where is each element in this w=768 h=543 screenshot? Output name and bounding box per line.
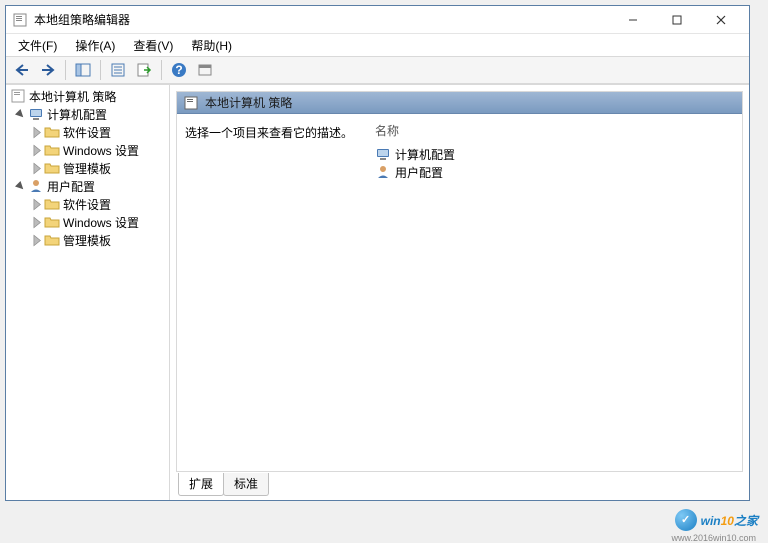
- tree-label: 管理模板: [63, 160, 111, 177]
- content-body: 本地计算机 策略 选择一个项目来查看它的描述。 名称 计算机配置: [176, 91, 743, 472]
- toolbar-separator: [100, 60, 101, 80]
- client-area: 本地计算机 策略 计算机配置 软件设置 Windows 设置: [6, 84, 749, 500]
- policy-icon: [10, 88, 26, 104]
- tree-admin-templates[interactable]: 管理模板: [6, 159, 169, 177]
- watermark: ✓ win10之家: [675, 508, 758, 531]
- tree-computer-config[interactable]: 计算机配置: [6, 105, 169, 123]
- computer-icon: [28, 106, 44, 122]
- toolbar-separator: [65, 60, 66, 80]
- back-button[interactable]: [10, 59, 34, 81]
- folder-icon: [44, 196, 60, 212]
- tree-label: Windows 设置: [63, 214, 139, 231]
- tab-extended[interactable]: 扩展: [178, 473, 224, 496]
- watermark-brand-a: win: [701, 514, 721, 528]
- show-hide-tree-button[interactable]: [71, 59, 95, 81]
- watermark-url: www.2016win10.com: [671, 533, 756, 543]
- tree-software-settings[interactable]: 软件设置: [6, 123, 169, 141]
- tree-windows-settings[interactable]: Windows 设置: [6, 213, 169, 231]
- tree-admin-templates[interactable]: 管理模板: [6, 231, 169, 249]
- window-title: 本地组策略编辑器: [34, 11, 611, 28]
- column-header-name[interactable]: 名称: [373, 118, 736, 145]
- tree-windows-settings[interactable]: Windows 设置: [6, 141, 169, 159]
- tree-label: 用户配置: [47, 178, 95, 195]
- content-pane: 本地计算机 策略 选择一个项目来查看它的描述。 名称 计算机配置: [170, 85, 749, 500]
- menu-file[interactable]: 文件(F): [12, 35, 63, 56]
- forward-button[interactable]: [36, 59, 60, 81]
- tab-standard[interactable]: 标准: [223, 473, 269, 496]
- list-column: 名称 计算机配置 用户配置: [367, 114, 742, 471]
- menu-help[interactable]: 帮助(H): [185, 35, 238, 56]
- app-window: 本地组策略编辑器 文件(F) 操作(A) 查看(V) 帮助(H): [5, 5, 750, 501]
- collapse-icon[interactable]: [14, 108, 27, 121]
- tree-label: 软件设置: [63, 124, 111, 141]
- collapse-icon[interactable]: [14, 180, 27, 193]
- content-title: 本地计算机 策略: [205, 94, 292, 111]
- menu-action[interactable]: 操作(A): [69, 35, 121, 56]
- menu-view[interactable]: 查看(V): [127, 35, 179, 56]
- tree-label: 软件设置: [63, 196, 111, 213]
- properties-button[interactable]: [106, 59, 130, 81]
- policy-icon: [183, 95, 199, 111]
- content-inner: 选择一个项目来查看它的描述。 名称 计算机配置 用户配置: [177, 114, 742, 471]
- menubar: 文件(F) 操作(A) 查看(V) 帮助(H): [6, 34, 749, 56]
- watermark-text: win10之家: [701, 508, 758, 531]
- tree-label: Windows 设置: [63, 142, 139, 159]
- tree-software-settings[interactable]: 软件设置: [6, 195, 169, 213]
- svg-text:?: ?: [175, 63, 182, 77]
- folder-icon: [44, 232, 60, 248]
- user-icon: [375, 164, 391, 180]
- toolbar: ?: [6, 56, 749, 84]
- tree-user-config[interactable]: 用户配置: [6, 177, 169, 195]
- watermark-brand-b: 10: [721, 514, 734, 528]
- description-column: 选择一个项目来查看它的描述。: [177, 114, 367, 471]
- user-icon: [28, 178, 44, 194]
- tab-strip: 扩展 标准: [170, 472, 749, 496]
- expand-icon[interactable]: [30, 216, 43, 229]
- toolbar-separator: [161, 60, 162, 80]
- tree-label: 本地计算机 策略: [29, 88, 116, 105]
- folder-icon: [44, 214, 60, 230]
- app-icon: [12, 12, 28, 28]
- help-button[interactable]: ?: [167, 59, 191, 81]
- list-item-user-config[interactable]: 用户配置: [373, 163, 736, 181]
- expand-icon[interactable]: [30, 198, 43, 211]
- expand-icon[interactable]: [30, 234, 43, 247]
- expand-icon[interactable]: [30, 144, 43, 157]
- titlebar: 本地组策略编辑器: [6, 6, 749, 34]
- tree-label: 管理模板: [63, 232, 111, 249]
- watermark-brand-c: 之家: [734, 514, 758, 528]
- folder-icon: [44, 124, 60, 140]
- tree-label: 计算机配置: [47, 106, 107, 123]
- minimize-button[interactable]: [611, 7, 655, 33]
- tree-pane[interactable]: 本地计算机 策略 计算机配置 软件设置 Windows 设置: [6, 85, 170, 500]
- export-button[interactable]: [132, 59, 156, 81]
- computer-icon: [375, 146, 391, 162]
- watermark-logo-icon: ✓: [675, 509, 697, 531]
- folder-icon: [44, 142, 60, 158]
- list-label: 计算机配置: [395, 146, 455, 163]
- close-button[interactable]: [699, 7, 743, 33]
- maximize-button[interactable]: [655, 7, 699, 33]
- list-item-computer-config[interactable]: 计算机配置: [373, 145, 736, 163]
- list-label: 用户配置: [395, 164, 443, 181]
- filter-button[interactable]: [193, 59, 217, 81]
- expand-icon[interactable]: [30, 162, 43, 175]
- folder-icon: [44, 160, 60, 176]
- tree-root[interactable]: 本地计算机 策略: [6, 87, 169, 105]
- expand-icon[interactable]: [30, 126, 43, 139]
- description-text: 选择一个项目来查看它的描述。: [185, 126, 353, 140]
- content-header: 本地计算机 策略: [177, 92, 742, 114]
